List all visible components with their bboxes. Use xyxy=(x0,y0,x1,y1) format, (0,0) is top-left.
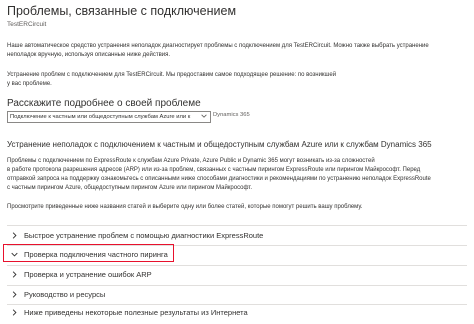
page-title: Проблемы, связанные с подключением xyxy=(7,4,237,18)
accordion-item-label: Руководство и ресурсы xyxy=(24,290,106,299)
accordion-item-diagnostics[interactable]: Быстрое устранение проблем с помощью диа… xyxy=(7,227,467,244)
resource-name: TestERCircuit xyxy=(7,21,47,28)
details-heading: Устранение неполадок с подключением к ча… xyxy=(7,140,432,149)
chevron-right-icon xyxy=(9,270,19,280)
chevron-right-icon xyxy=(9,308,19,318)
chevron-right-icon xyxy=(9,290,19,300)
problem-heading: Расскажите подробнее о своей проблеме xyxy=(7,98,201,109)
chevron-right-icon xyxy=(9,231,19,241)
intro-line-3: Устранение проблем с подключением для Te… xyxy=(7,72,337,78)
accordion-item-guides[interactable]: Руководство и ресурсы xyxy=(7,286,467,303)
details-paragraph-2: Просмотрите приведенные ниже названия ст… xyxy=(7,204,363,210)
accordion-item-label: Быстрое устранение проблем с помощью диа… xyxy=(24,231,264,240)
intro-line-2: неполадок вручную, используя описанные н… xyxy=(7,52,171,58)
chevron-down-icon xyxy=(201,113,207,122)
details-line-4: с частным пирингом Azure, общедоступным … xyxy=(7,185,253,191)
divider xyxy=(7,225,467,226)
problem-type-value-overflow: Dynamics 365 xyxy=(213,112,250,118)
accordion-item-label: Ниже приведены некоторые полезные резуль… xyxy=(24,308,248,317)
accordion-item-label: Проверка и устранение ошибок ARP xyxy=(24,270,152,279)
highlight-box xyxy=(3,244,174,262)
troubleshoot-page: Проблемы, связанные с подключением TestE… xyxy=(0,0,474,324)
accordion-item-web-results[interactable]: Ниже приведены некоторые полезные резуль… xyxy=(7,304,467,321)
intro-line-4: у вас проблеме. xyxy=(7,81,52,87)
accordion-item-arp[interactable]: Проверка и устранение ошибок ARP xyxy=(7,266,467,283)
problem-type-value: Подключение к частным или общедоступным … xyxy=(10,114,191,120)
problem-type-select[interactable]: Подключение к частным или общедоступным … xyxy=(7,111,211,123)
